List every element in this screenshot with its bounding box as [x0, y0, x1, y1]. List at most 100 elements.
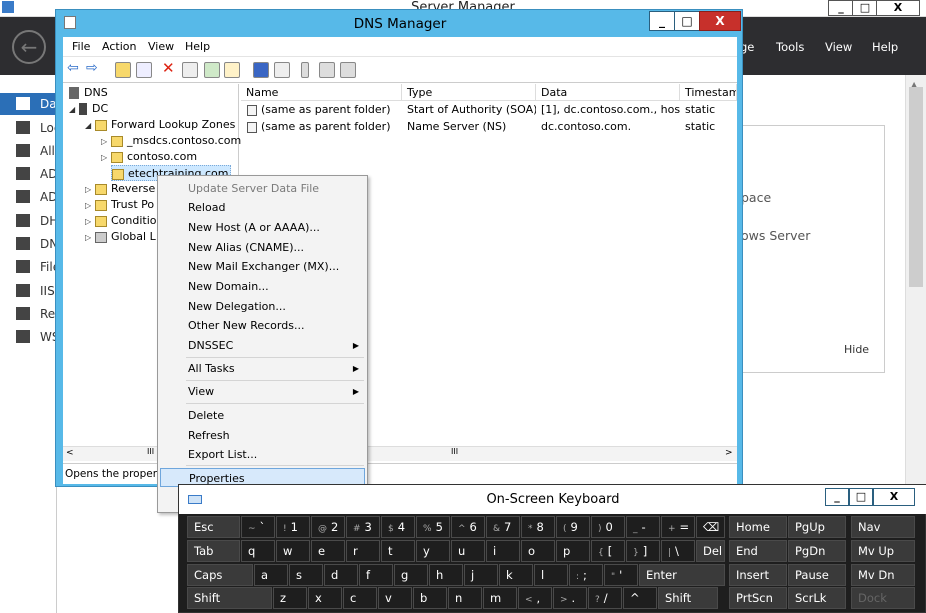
osk-key[interactable]: ScrLk	[788, 587, 846, 609]
sm-close-button[interactable]: X	[876, 0, 920, 16]
ctx-view[interactable]: View ▶	[158, 382, 367, 401]
sm-nav-iis[interactable]: IIS	[0, 280, 57, 302]
menu-file[interactable]: File	[72, 40, 90, 53]
osk-key[interactable]: #3	[346, 516, 380, 538]
osk-key[interactable]: _ -	[626, 516, 660, 538]
osk-key[interactable]: y	[416, 540, 450, 562]
ctx-new-host[interactable]: New Host (A or AAAA)...	[158, 218, 367, 237]
ctx-reload[interactable]: Reload	[158, 198, 367, 217]
osk-key[interactable]: ) 0	[591, 516, 625, 538]
show-tree-icon[interactable]	[136, 62, 152, 78]
ctx-dnssec[interactable]: DNSSEC ▶	[158, 336, 367, 355]
osk-key[interactable]: Caps	[187, 564, 253, 586]
column-header-type[interactable]: Type	[402, 84, 536, 101]
tree-node-dc[interactable]: ◢ DC	[69, 101, 108, 117]
dns-maximize-button[interactable]: □	[674, 11, 700, 31]
osk-key[interactable]: PgDn	[788, 540, 846, 562]
osk-key[interactable]: @2	[311, 516, 345, 538]
tree-node-forward-zones[interactable]: ◢ Forward Lookup Zones	[85, 117, 235, 133]
ctx-other-new-records[interactable]: Other New Records...	[158, 316, 367, 335]
osk-key[interactable]: Insert	[729, 564, 787, 586]
osk-key[interactable]: f	[359, 564, 393, 586]
osk-key[interactable]: (9	[556, 516, 590, 538]
sm-nav-dhcp[interactable]: DH	[0, 210, 58, 232]
osk-key[interactable]: r	[346, 540, 380, 562]
sm-maximize-button[interactable]: □	[852, 0, 878, 16]
ctx-new-domain[interactable]: New Domain...	[158, 277, 367, 296]
osk-key[interactable]: ^	[623, 587, 657, 609]
osk-minimize-button[interactable]: _	[825, 488, 849, 506]
tree-node-trust-points[interactable]: ▷ Trust Po	[85, 197, 154, 213]
menu-help[interactable]: Help	[185, 40, 210, 53]
column-header-data[interactable]: Data	[536, 84, 680, 101]
osk-key[interactable]: PrtScn	[729, 587, 787, 609]
osk-key[interactable]: j	[464, 564, 498, 586]
osk-key[interactable]: " '	[604, 564, 638, 586]
osk-key[interactable]: q	[241, 540, 275, 562]
osk-key[interactable]: <,	[518, 587, 552, 609]
osk-key[interactable]: * 8	[521, 516, 555, 538]
osk-key[interactable]: ⌫	[696, 516, 725, 538]
delete-icon[interactable]: ✕	[162, 59, 175, 77]
osk-key[interactable]: d	[324, 564, 358, 586]
ctx-export-list[interactable]: Export List...	[158, 445, 367, 464]
sm-nav-dashboard[interactable]: Da	[0, 93, 57, 115]
tree-node-conditional[interactable]: ▷ Conditio	[85, 213, 157, 229]
tree-node-reverse-zones[interactable]: ▷ Reverse	[85, 181, 155, 197]
osk-key[interactable]: i	[486, 540, 520, 562]
sm-menu-view[interactable]: View	[825, 40, 852, 54]
sm-nav-local[interactable]: Loc	[0, 117, 60, 139]
osk-key[interactable]: Enter	[639, 564, 725, 586]
menu-action[interactable]: Action	[102, 40, 136, 53]
osk-key[interactable]: % 5	[416, 516, 450, 538]
server-icon[interactable]	[301, 62, 309, 78]
sm-nav-ad1[interactable]: AD	[0, 163, 57, 185]
osk-key[interactable]: Home	[729, 516, 787, 538]
osk-key[interactable]: Shift	[187, 587, 272, 609]
osk-key[interactable]: ? /	[588, 587, 622, 609]
ctx-all-tasks[interactable]: All Tasks ▶	[158, 359, 367, 378]
osk-key[interactable]: ~ `	[241, 516, 275, 538]
column-header-timestamp[interactable]: Timestam	[680, 84, 737, 101]
back-icon[interactable]: ⇦	[67, 60, 79, 76]
osk-key[interactable]: Esc	[187, 516, 240, 538]
sm-minimize-button[interactable]: _	[828, 0, 854, 16]
osk-key[interactable]: z	[273, 587, 307, 609]
osk-key[interactable]: $4	[381, 516, 415, 538]
column-header-name[interactable]: Name	[241, 84, 402, 101]
osk-key[interactable]: >.	[553, 587, 587, 609]
osk-key[interactable]: Dock	[851, 587, 915, 609]
tree-node-global-logs[interactable]: ▷ Global L	[85, 229, 156, 245]
osk-key[interactable]: v	[378, 587, 412, 609]
sm-menu-help[interactable]: Help	[872, 40, 898, 54]
osk-key[interactable]: t	[381, 540, 415, 562]
osk-key[interactable]: Mv Up	[851, 540, 915, 562]
tree-node-dns[interactable]: DNS	[69, 85, 108, 101]
tree-node-contoso[interactable]: ▷ contoso.com	[101, 149, 197, 165]
scroll-thumb[interactable]	[909, 87, 923, 287]
sm-nav-ad2[interactable]: AD	[0, 186, 57, 208]
list-icon[interactable]	[319, 62, 335, 78]
osk-close-button[interactable]: X	[873, 488, 915, 506]
osk-key[interactable]: Mv Dn	[851, 564, 915, 586]
osk-key[interactable]: w	[276, 540, 310, 562]
osk-key[interactable]: e	[311, 540, 345, 562]
osk-key[interactable]: Tab	[187, 540, 240, 562]
osk-key[interactable]: }]	[626, 540, 660, 562]
osk-key[interactable]: g	[394, 564, 428, 586]
osk-key[interactable]: End	[729, 540, 787, 562]
ctx-new-delegation[interactable]: New Delegation...	[158, 297, 367, 316]
osk-key[interactable]: ^ 6	[451, 516, 485, 538]
table-row[interactable]: (same as parent folder) Start of Authori…	[241, 101, 737, 118]
osk-key[interactable]: b	[413, 587, 447, 609]
sm-nav-remote[interactable]: Re	[0, 303, 57, 325]
osk-key[interactable]: ! 1	[276, 516, 310, 538]
properties-icon[interactable]	[182, 62, 198, 78]
osk-key[interactable]: Shift	[658, 587, 718, 609]
osk-key[interactable]: u	[451, 540, 485, 562]
osk-key[interactable]: x	[308, 587, 342, 609]
refresh-icon[interactable]	[204, 62, 220, 78]
osk-key[interactable]: a	[254, 564, 288, 586]
scroll-right-icon[interactable]: >	[725, 448, 733, 458]
dns-close-button[interactable]: X	[699, 11, 741, 31]
